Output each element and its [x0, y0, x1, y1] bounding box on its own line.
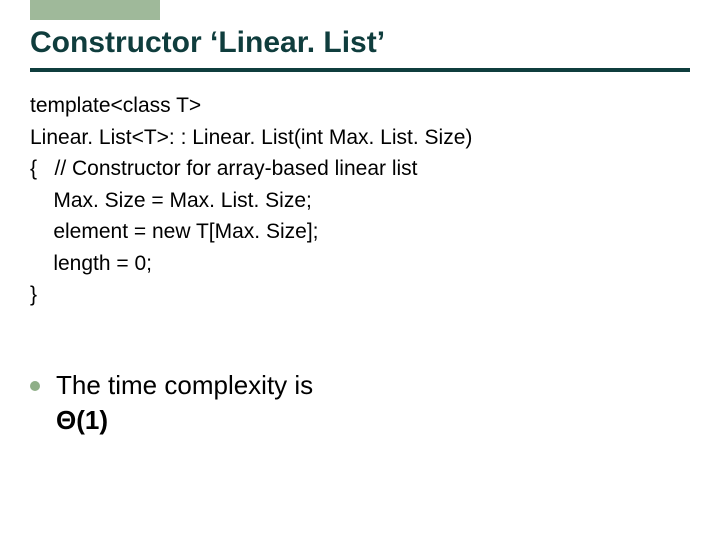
title-rule [30, 68, 690, 72]
code-line-7: } [30, 283, 37, 306]
bullet-dot-icon [30, 381, 40, 391]
bullet-text: The time complexity is Θ(1) [56, 368, 313, 438]
accent-box [30, 0, 160, 20]
code-line-2: Linear. List<T>: : Linear. List(int Max.… [30, 126, 472, 149]
slide: Constructor ‘Linear. List’ template<clas… [0, 0, 720, 540]
bullet-line-1: The time complexity is [56, 370, 313, 400]
code-block: template<class T> Linear. List<T>: : Lin… [30, 90, 472, 311]
code-line-1: template<class T> [30, 94, 201, 117]
code-line-6: length = 0; [30, 252, 152, 275]
page-title: Constructor ‘Linear. List’ [30, 26, 385, 60]
bullet-line-2: Θ(1) [56, 405, 108, 435]
bullet-item: The time complexity is Θ(1) [30, 368, 313, 438]
code-line-3: { // Constructor for array-based linear … [30, 157, 418, 180]
code-line-4: Max. Size = Max. List. Size; [30, 189, 312, 212]
code-line-5: element = new T[Max. Size]; [30, 220, 318, 243]
